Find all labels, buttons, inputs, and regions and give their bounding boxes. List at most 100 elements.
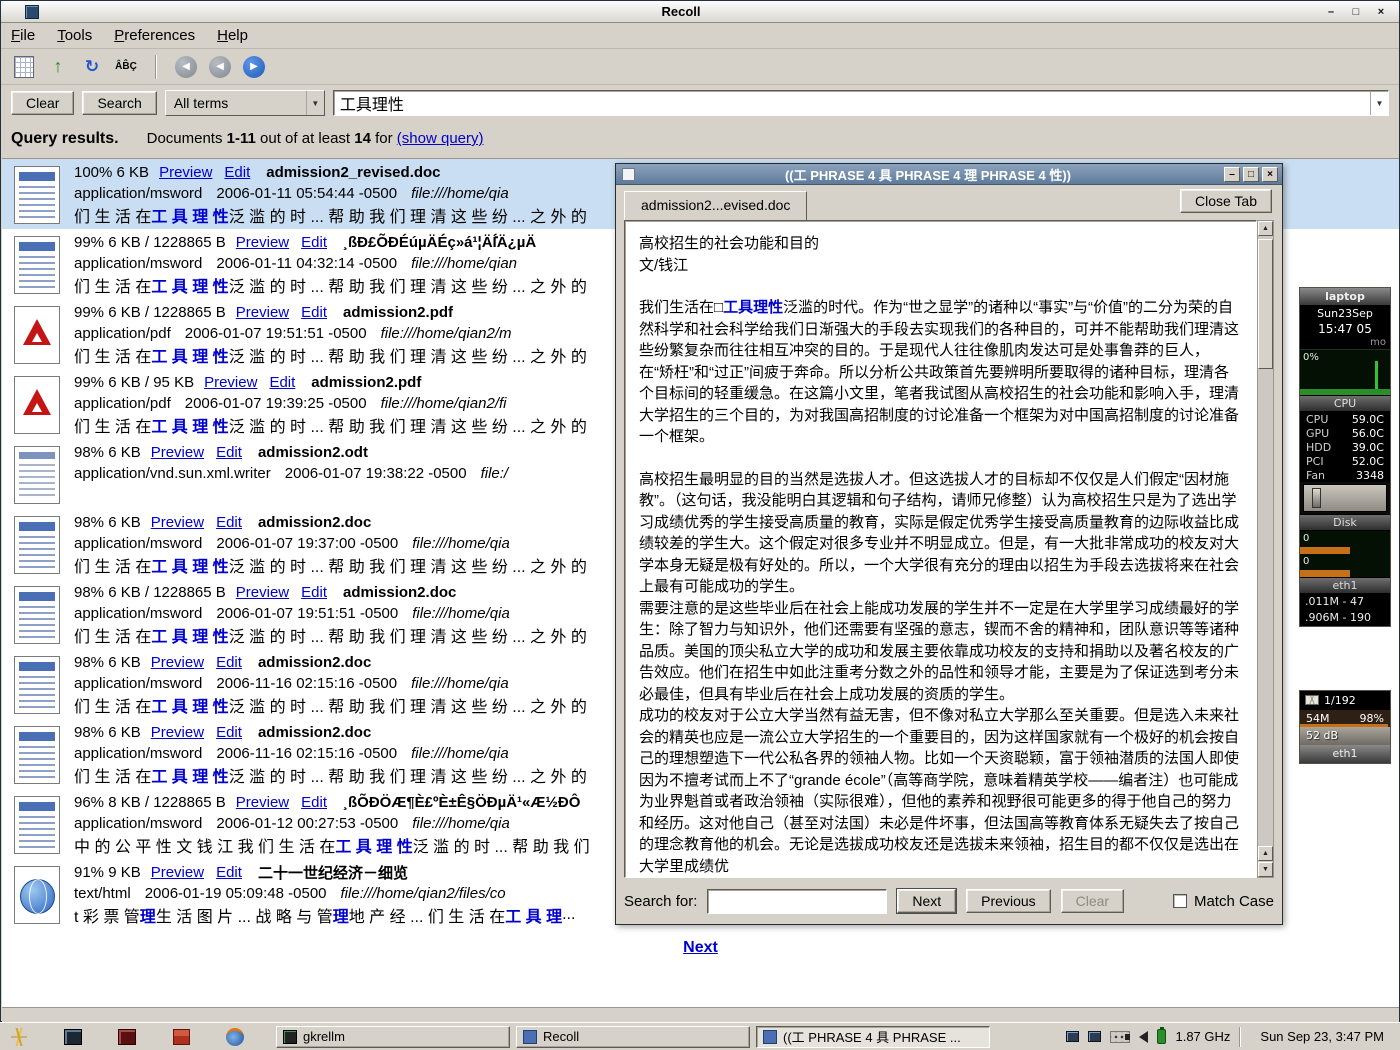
edit-link[interactable]: Edit (216, 724, 242, 741)
result-url: file:///home/qia (411, 675, 509, 692)
preview-search-input[interactable] (707, 889, 887, 914)
menu-file[interactable]: File (11, 27, 35, 44)
browser-launcher[interactable] (222, 1026, 248, 1048)
preview-scrollbar[interactable]: ▲ ▲ ▼ (1257, 220, 1274, 878)
close-icon[interactable]: × (1373, 4, 1389, 20)
edit-link[interactable]: Edit (216, 444, 242, 461)
scroll-up-icon[interactable]: ▲ (1258, 221, 1273, 236)
find-previous-button[interactable]: Previous (966, 889, 1050, 913)
first-page-icon: ◀ (175, 56, 197, 78)
taskbar-window-button[interactable]: ((工 PHRASE 4 具 PHRASE ... (756, 1026, 990, 1048)
result-title: admission2.doc (258, 654, 371, 671)
preview-link[interactable]: Preview (236, 304, 289, 321)
preview-link[interactable]: Preview (236, 794, 289, 811)
preview-maximize-icon[interactable]: □ (1243, 167, 1259, 182)
gkrellm-item: laptop (1300, 288, 1390, 306)
preview-text[interactable]: 高校招生的社会功能和目的 文/钱江 我们生活在□工具理性泛滥的时代。作为“世之显… (624, 220, 1257, 878)
preview-paragraph: 成功的校友对于公立大学当然有益无害，但不像对私立大学那么至关重要。但是选入未来社… (639, 705, 1242, 877)
edit-link[interactable]: Edit (216, 864, 242, 881)
battery-icon[interactable] (1157, 1029, 1166, 1044)
preview-link[interactable]: Preview (159, 164, 212, 181)
edit-link[interactable]: Edit (301, 584, 327, 601)
result-mime: application/msword (74, 185, 202, 202)
sort-button[interactable]: ↑ (43, 53, 73, 81)
preview-link[interactable]: Preview (151, 444, 204, 461)
query-history-chevron-icon[interactable]: ▼ (1370, 91, 1388, 115)
edit-link[interactable]: Edit (301, 794, 327, 811)
result-date: 2006-01-19 05:09:48 -0500 (145, 885, 327, 902)
workspace-icon[interactable] (1088, 1031, 1101, 1042)
gkrellm-item: CPU 59.0C (1300, 412, 1390, 426)
preview-minimize-icon[interactable]: – (1224, 167, 1240, 182)
scroll-up-icon[interactable]: ▲ (1258, 846, 1273, 861)
maximize-icon[interactable]: □ (1348, 4, 1364, 20)
result-mime: text/html (74, 885, 131, 902)
query-detail-button[interactable] (9, 53, 39, 81)
taskbar-window-button[interactable]: gkrellm (276, 1026, 510, 1048)
preview-link[interactable]: Preview (151, 724, 204, 741)
preview-link[interactable]: Preview (204, 374, 257, 391)
gkrellm-monitor[interactable]: laptop Sun23Sep 15:47 05 mo 0% CPU (1299, 287, 1391, 627)
term-explorer-button[interactable]: ÂB̂Ç (111, 53, 141, 81)
edit-link[interactable]: Edit (216, 654, 242, 671)
volume-icon[interactable] (1139, 1031, 1148, 1043)
search-button[interactable]: Search (82, 91, 156, 115)
preview-tab[interactable]: admission2...evised.doc (624, 191, 807, 220)
find-next-button[interactable]: Next (897, 889, 956, 913)
menu-tools[interactable]: Tools (57, 27, 92, 44)
chevron-down-icon: ▼ (306, 91, 324, 115)
results-summary[interactable]: Documents 1-11 out of at least 14 for (s… (147, 130, 484, 147)
gkrellm-item: PCI 52.0C (1300, 454, 1390, 468)
match-case-checkbox[interactable] (1173, 894, 1187, 908)
titlebar[interactable]: Recoll – □ × (1, 1, 1399, 23)
preview-link[interactable]: Preview (151, 514, 204, 531)
menu-help[interactable]: Help (217, 27, 248, 44)
reload-button[interactable]: ↻ (77, 53, 107, 81)
query-input[interactable] (334, 91, 1370, 115)
package-launcher[interactable] (168, 1026, 194, 1048)
gkrellm-monitor-lower[interactable]: 1/192 54M 98% 52 dB eth1 (1299, 690, 1391, 764)
prev-page-button[interactable]: ◀ (205, 53, 235, 81)
display-icon[interactable] (1066, 1031, 1079, 1042)
gkrellm-item: Fan 3348 (1300, 468, 1390, 482)
scrollbar-thumb[interactable] (1258, 239, 1273, 369)
result-mime: application/msword (74, 745, 202, 762)
start-menu-button[interactable] (6, 1026, 32, 1048)
preview-titlebar[interactable]: ((工 PHRASE 4 具 PHRASE 4 理 PHRASE 4 性)) –… (616, 164, 1282, 185)
preview-close-icon[interactable]: × (1262, 167, 1278, 182)
edit-link[interactable]: Edit (224, 164, 250, 181)
preview-link[interactable]: Preview (236, 234, 289, 251)
edit-link[interactable]: Edit (301, 304, 327, 321)
result-title: admission2.doc (343, 584, 456, 601)
gkrellm-item: eth1 (1300, 745, 1390, 763)
taskbar-window-button[interactable]: Recoll (516, 1026, 750, 1048)
edit-link[interactable]: Edit (269, 374, 295, 391)
next-page-button[interactable]: ▶ (239, 53, 269, 81)
menu-preferences[interactable]: Preferences (114, 27, 195, 44)
edit-link[interactable]: Edit (216, 514, 242, 531)
first-page-button[interactable]: ◀ (171, 53, 201, 81)
terminal-launcher[interactable] (60, 1026, 86, 1048)
gkrellm-item: .906M - 190 (1300, 610, 1390, 626)
toolbar: ↑ ↻ ÂB̂Ç ◀ ◀ ▶ (1, 49, 1399, 85)
clear-button[interactable]: Clear (11, 91, 74, 115)
clock[interactable]: Sun Sep 23, 3:47 PM (1250, 1029, 1394, 1044)
preview-link[interactable]: Preview (151, 864, 204, 881)
match-case-group: Match Case (1173, 893, 1274, 910)
find-clear-button[interactable]: Clear (1061, 889, 1124, 913)
console-launcher[interactable] (114, 1026, 140, 1048)
edit-link[interactable]: Edit (301, 234, 327, 251)
close-tab-button[interactable]: Close Tab (1180, 189, 1272, 213)
gkrellm-item: HDD 39.0C (1300, 440, 1390, 454)
scroll-down-icon[interactable]: ▼ (1258, 862, 1273, 877)
result-mime: application/msword (74, 255, 202, 272)
gkrellm-item (1303, 484, 1387, 512)
preview-link[interactable]: Preview (236, 584, 289, 601)
result-title: admission2.doc (258, 514, 371, 531)
result-relevance-size: 98% 6 KB / 1228865 B (74, 584, 226, 601)
minimize-icon[interactable]: – (1323, 4, 1339, 20)
results-header: Query results. Documents 1-11 out of at … (1, 121, 1399, 156)
preview-link[interactable]: Preview (151, 654, 204, 671)
next-page-link[interactable]: Next (683, 939, 718, 956)
search-mode-select[interactable]: All terms ▼ (165, 90, 325, 116)
